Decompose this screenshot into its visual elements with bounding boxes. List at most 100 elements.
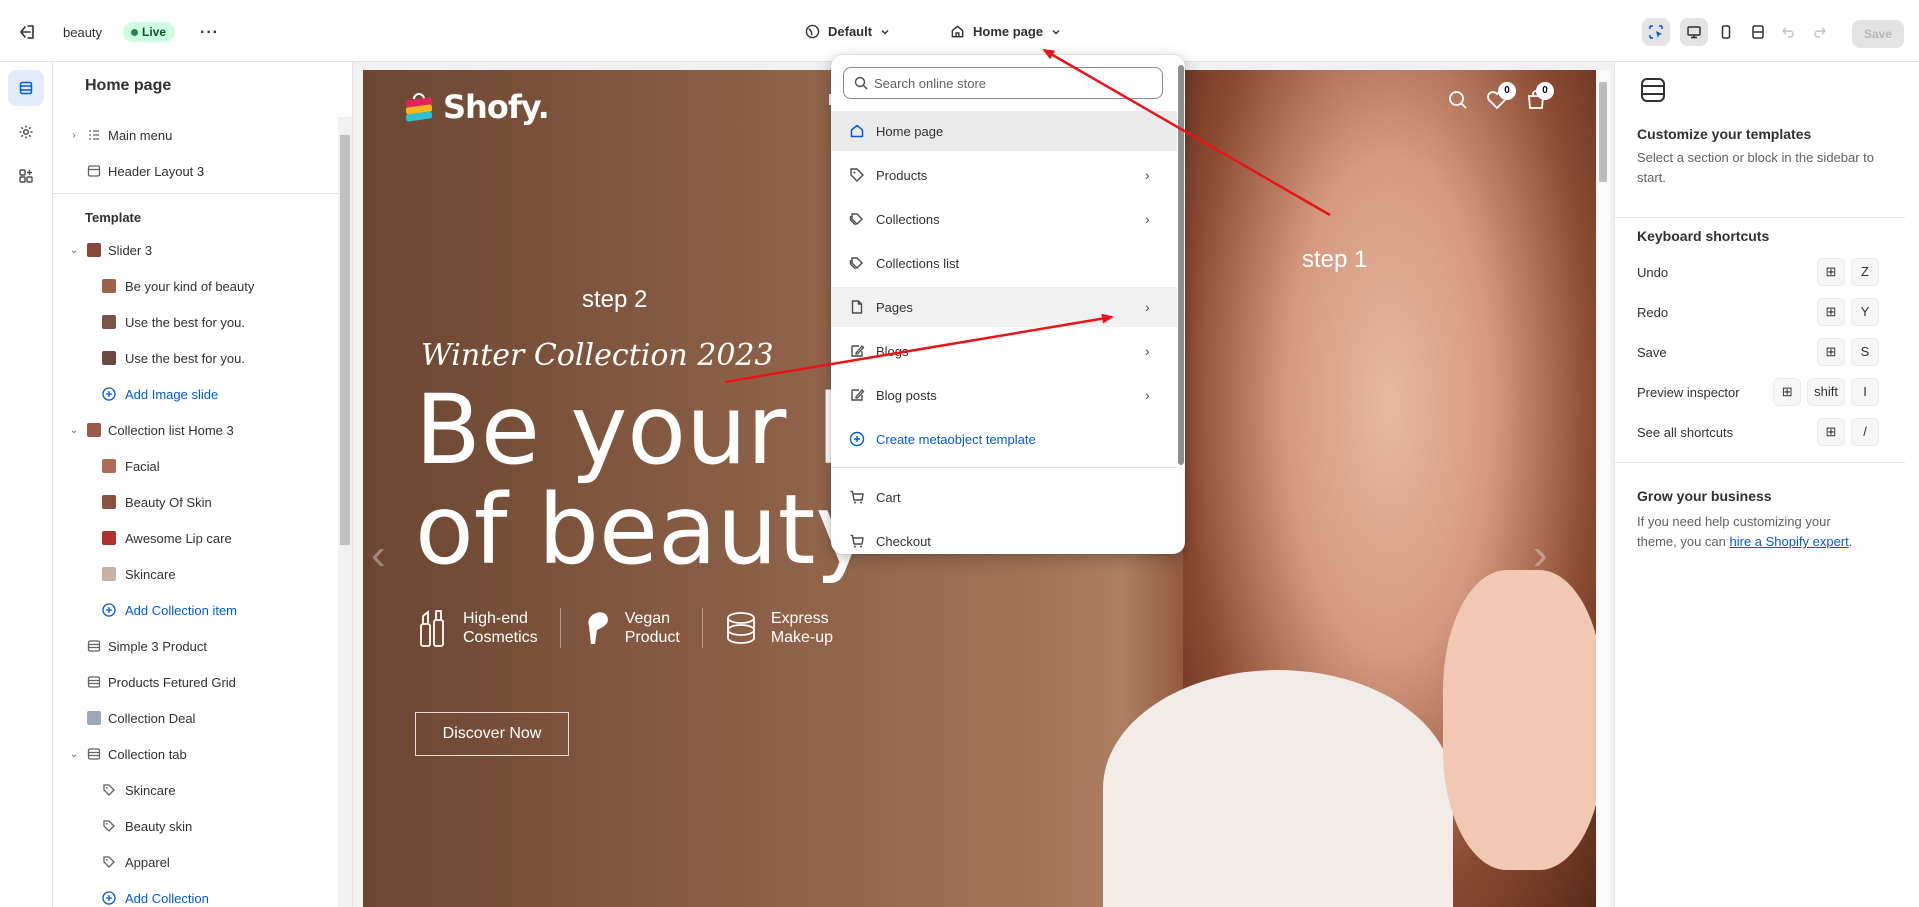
- tree-item-tab[interactable]: Skincare: [53, 772, 339, 808]
- desktop-view-icon[interactable]: [1680, 18, 1708, 46]
- shortcut-row: Preview inspector ⊞ shift I: [1637, 372, 1907, 412]
- add-circle-icon: [849, 431, 865, 447]
- slider-prev-icon[interactable]: ‹: [371, 530, 386, 580]
- tree-item-label: Use the best for you.: [125, 314, 245, 330]
- shortcut-keys: ⊞ S: [1817, 338, 1879, 366]
- fullscreen-view-icon[interactable]: [1744, 18, 1772, 46]
- create-metaobject-template-button[interactable]: Create metaobject template: [831, 419, 1177, 459]
- chevron-down-icon[interactable]: ⌄: [69, 245, 79, 256]
- scrollbar-thumb[interactable]: [1178, 65, 1184, 465]
- chevron-right-icon[interactable]: ›: [69, 130, 79, 141]
- shortcut-row: Undo ⊞ Z: [1637, 252, 1907, 292]
- shift-key: shift: [1807, 378, 1845, 406]
- store-logo[interactable]: Shofy.: [403, 88, 550, 126]
- tag-icon: [101, 782, 117, 798]
- makeup-icon: [726, 612, 755, 644]
- menu-item-blog-posts[interactable]: Blog posts ›: [831, 375, 1177, 415]
- menu-item-checkout[interactable]: Checkout: [831, 521, 1177, 554]
- preview-scrollbar[interactable]: [1596, 70, 1610, 907]
- tree-item-collection[interactable]: Awesome Lip care: [53, 520, 339, 556]
- tree-item-collection[interactable]: Skincare: [53, 556, 339, 592]
- menu-item-collections-list[interactable]: Collections list: [831, 243, 1177, 283]
- scrollbar-thumb[interactable]: [1599, 82, 1607, 182]
- tree-item-tab[interactable]: Apparel: [53, 844, 339, 880]
- cosmetics-icon: [420, 610, 444, 647]
- exit-icon[interactable]: [18, 23, 38, 43]
- slider-next-icon[interactable]: ›: [1533, 530, 1548, 580]
- page-selector[interactable]: Home page: [950, 24, 1061, 39]
- tree-item-slide[interactable]: Use the best for you.: [53, 340, 339, 376]
- redo-icon[interactable]: [1806, 18, 1834, 46]
- header-icons: 0 0: [1448, 82, 1554, 113]
- search-icon: [854, 76, 868, 93]
- tree-item-slider[interactable]: ⌄ Slider 3: [53, 232, 339, 268]
- tree-item-collection-list[interactable]: ⌄ Collection list Home 3: [53, 412, 339, 448]
- shortcut-keys: ⊞ shift I: [1773, 378, 1879, 406]
- shortcut-key: Y: [1851, 298, 1879, 326]
- scrollbar-thumb[interactable]: [340, 135, 350, 545]
- search-icon[interactable]: [1448, 90, 1468, 113]
- undo-icon[interactable]: [1774, 18, 1802, 46]
- menu-item-cart[interactable]: Cart: [831, 477, 1177, 517]
- page-selector-dropdown: Search online store Home page Products ›…: [831, 55, 1185, 554]
- tree-item-collection-deal[interactable]: Collection Deal: [53, 700, 339, 736]
- add-circle-icon: [101, 602, 117, 618]
- feature-item: High-end Cosmetics: [419, 608, 561, 648]
- cart-icon[interactable]: 0: [1526, 82, 1554, 113]
- tree-item-products-grid[interactable]: Products Fetured Grid: [53, 664, 339, 700]
- slide-thumbnail-icon: [101, 278, 117, 294]
- tree-item-label: Products Fetured Grid: [108, 674, 236, 690]
- menu-item-home-page[interactable]: Home page: [831, 111, 1177, 151]
- shortcut-key: /: [1851, 418, 1879, 446]
- tree-item-collection[interactable]: Beauty Of Skin: [53, 484, 339, 520]
- step-2-annotation: step 2: [582, 286, 648, 313]
- tree-item-slide[interactable]: Use the best for you.: [53, 304, 339, 340]
- menu-item-label: Home page: [876, 123, 944, 139]
- home-icon: [951, 25, 964, 38]
- sections-icon[interactable]: [8, 70, 44, 106]
- template-group-title: Template: [53, 202, 339, 232]
- wishlist-icon[interactable]: 0: [1486, 82, 1516, 113]
- inspector-toggle-icon[interactable]: [1642, 18, 1670, 46]
- slide-thumbnail-icon: [101, 314, 117, 330]
- tree-item-collection[interactable]: Facial: [53, 448, 339, 484]
- mobile-view-icon[interactable]: [1712, 18, 1740, 46]
- blog-icon: [849, 343, 865, 359]
- sidebar-scrollbar[interactable]: [338, 117, 352, 907]
- add-circle-icon: [101, 386, 117, 402]
- chevron-down-icon[interactable]: ⌄: [69, 425, 79, 436]
- tree-item-tab[interactable]: Beauty skin: [53, 808, 339, 844]
- dropdown-scrollbar[interactable]: [1177, 65, 1185, 545]
- menu-item-blogs[interactable]: Blogs ›: [831, 331, 1177, 371]
- theme-settings-icon[interactable]: [8, 114, 44, 150]
- hire-expert-link[interactable]: hire a Shopify expert: [1730, 534, 1849, 549]
- chevron-right-icon: ›: [1145, 211, 1150, 227]
- add-image-slide-button[interactable]: Add Image slide: [53, 376, 339, 412]
- page-icon: [849, 299, 865, 315]
- search-input[interactable]: Search online store: [843, 67, 1163, 99]
- apps-icon[interactable]: [8, 158, 44, 194]
- add-collection-button[interactable]: Add Collection: [53, 880, 339, 907]
- tree-item-header-layout[interactable]: Header Layout 3: [53, 153, 339, 189]
- menu-item-collections[interactable]: Collections ›: [831, 199, 1177, 239]
- shortcut-row: Save ⊞ S: [1637, 332, 1907, 372]
- shortcuts-title: Keyboard shortcuts: [1637, 228, 1770, 244]
- add-collection-item-button[interactable]: Add Collection item: [53, 592, 339, 628]
- tree-item-main-menu[interactable]: › Main menu: [53, 117, 339, 153]
- blog-post-icon: [849, 387, 865, 403]
- divider: [53, 193, 339, 194]
- tree-item-collection-tab[interactable]: ⌄ Collection tab: [53, 736, 339, 772]
- chevron-down-icon[interactable]: ⌄: [69, 749, 79, 760]
- tree-item-simple-product[interactable]: Simple 3 Product: [53, 628, 339, 664]
- grow-text-end: .: [1848, 534, 1853, 549]
- menu-item-pages[interactable]: Pages ›: [831, 287, 1177, 327]
- tree-item-label: Collection list Home 3: [108, 422, 234, 438]
- menu-item-products[interactable]: Products ›: [831, 155, 1177, 195]
- save-button[interactable]: Save: [1852, 20, 1904, 48]
- more-actions-icon[interactable]: ···: [200, 24, 219, 42]
- divider: [1615, 462, 1905, 463]
- tree-item-slide[interactable]: Be your kind of beauty: [53, 268, 339, 304]
- discover-now-button[interactable]: Discover Now: [415, 712, 569, 756]
- theme-selector[interactable]: Default: [805, 24, 890, 39]
- search-placeholder: Search online store: [874, 75, 987, 91]
